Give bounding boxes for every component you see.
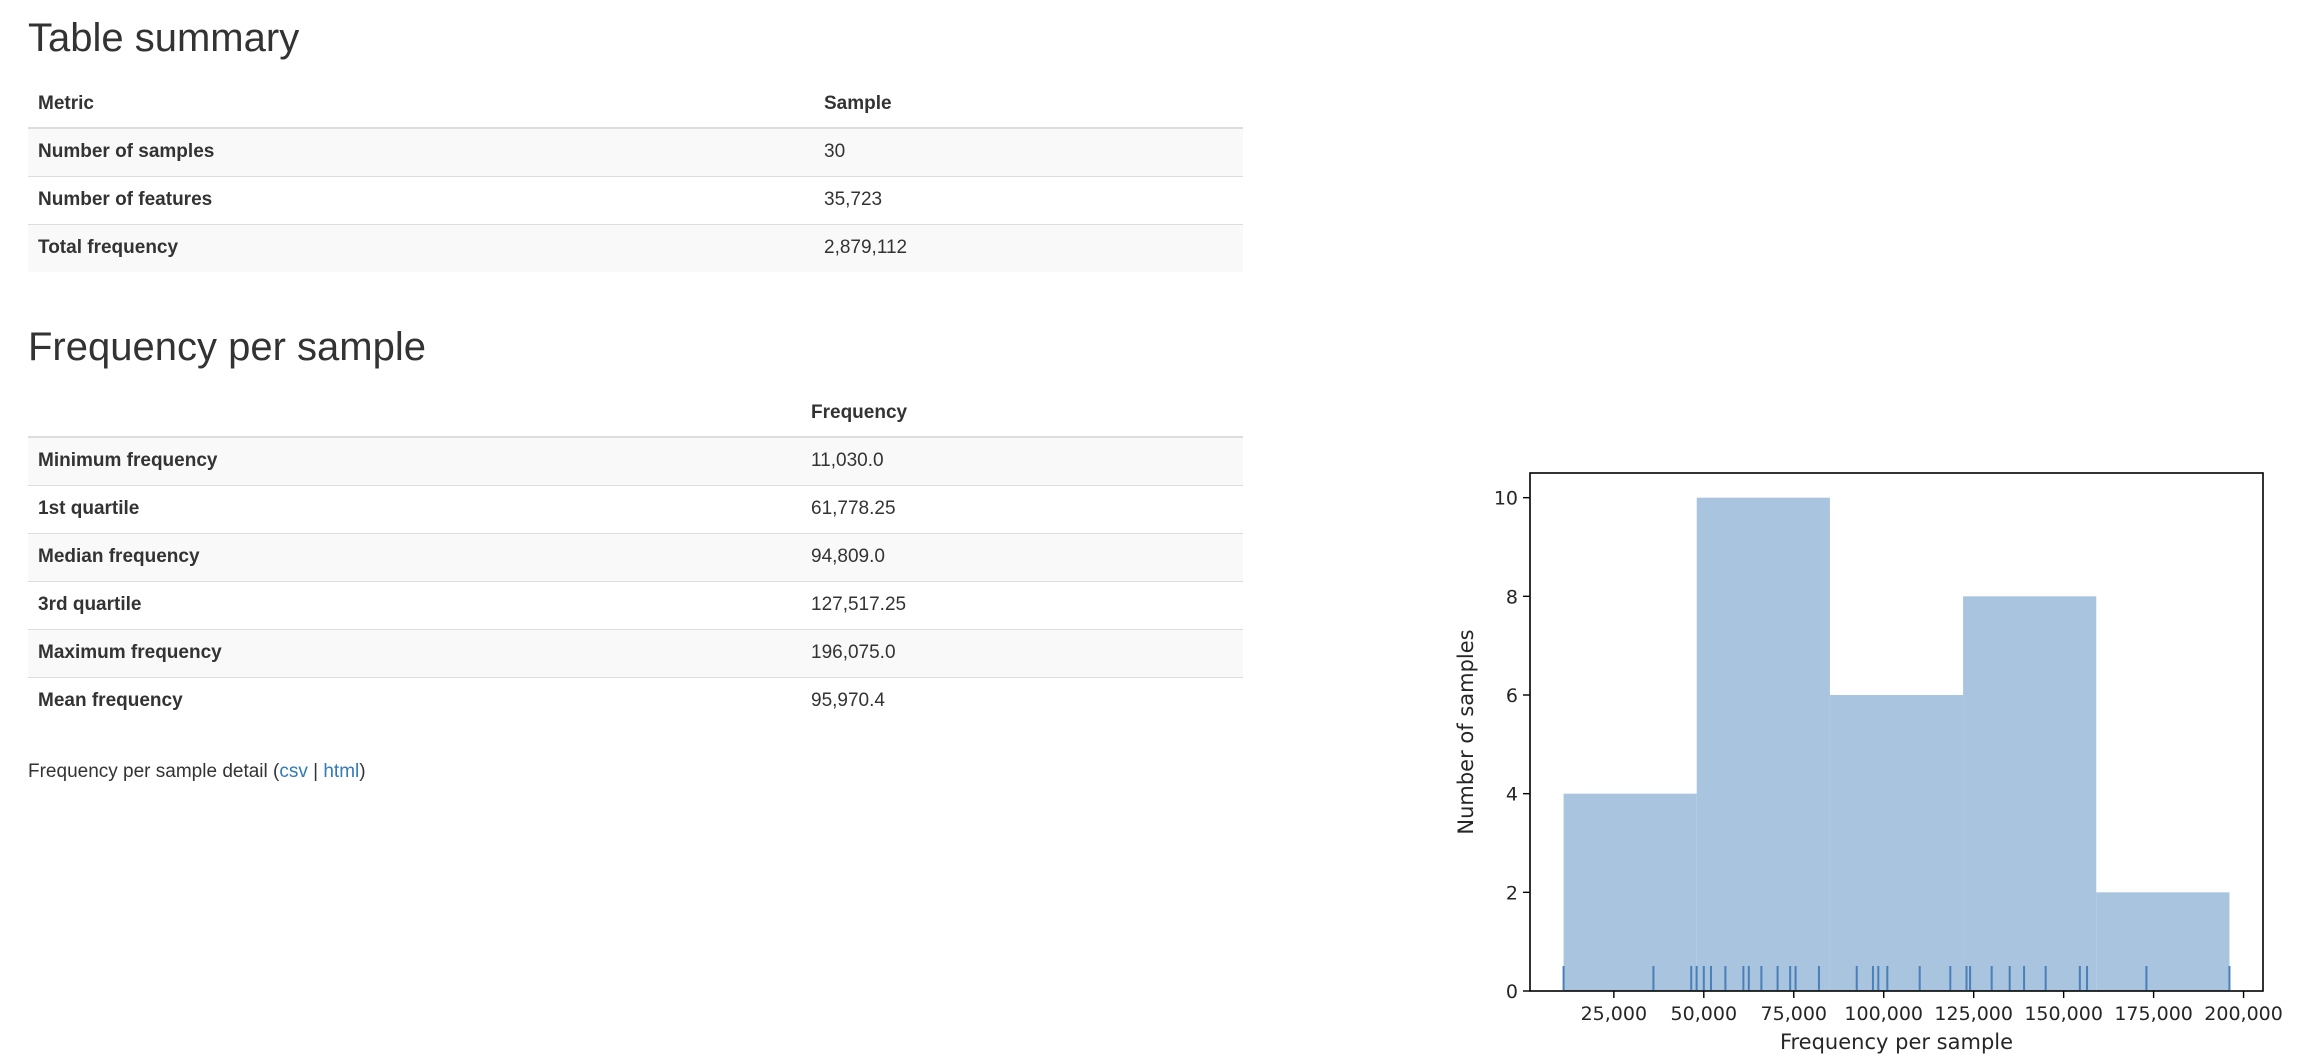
histogram-bar bbox=[2096, 892, 2230, 991]
x-tick-label: 150,000 bbox=[2024, 1003, 2103, 1025]
row-value: 30 bbox=[824, 141, 846, 163]
row-label: Median frequency bbox=[38, 546, 200, 567]
x-axis-label: Frequency per sample bbox=[1780, 1030, 2013, 1054]
detail-prefix: Frequency per sample detail ( bbox=[28, 761, 280, 782]
row-label: Number of features bbox=[38, 189, 213, 210]
table-row: Maximum frequency 196,075.0 bbox=[28, 629, 1243, 677]
table-row: Median frequency 94,809.0 bbox=[28, 533, 1243, 581]
frequency-detail-line: Frequency per sample detail (csv | html) bbox=[28, 758, 366, 786]
table-row: Mean frequency 95,970.4 bbox=[28, 677, 1243, 725]
table-row: Number of features 35,723 bbox=[28, 176, 1243, 224]
frequency-table: Frequency Minimum frequency 11,030.0 1st… bbox=[28, 389, 1243, 725]
column-header-frequency: Frequency bbox=[801, 389, 1243, 438]
row-label: Maximum frequency bbox=[38, 642, 222, 663]
table-summary-title: Table summary bbox=[28, 16, 300, 60]
histogram-bar bbox=[1696, 497, 1830, 991]
row-value: 2,879,112 bbox=[824, 237, 908, 259]
y-tick-label: 0 bbox=[1506, 981, 1518, 1003]
column-header-metric: Metric bbox=[28, 80, 814, 129]
x-tick-label: 100,000 bbox=[1844, 1003, 1923, 1025]
table-header-row: Frequency bbox=[28, 389, 1243, 438]
column-header-blank bbox=[28, 389, 801, 438]
table-row: Minimum frequency 11,030.0 bbox=[28, 437, 1243, 485]
detail-separator: | bbox=[307, 761, 324, 782]
row-value: 11,030.0 bbox=[811, 450, 884, 472]
table-row: 3rd quartile 127,517.25 bbox=[28, 581, 1243, 629]
detail-suffix: ) bbox=[359, 761, 366, 782]
row-label: Total frequency bbox=[38, 237, 179, 259]
y-tick-label: 2 bbox=[1506, 882, 1518, 904]
y-axis-label: Number of samples bbox=[1454, 629, 1478, 834]
histogram-bar bbox=[1563, 793, 1697, 991]
row-label: Minimum frequency bbox=[38, 450, 218, 472]
frequency-per-sample-title: Frequency per sample bbox=[28, 325, 426, 369]
table-row: 1st quartile 61,778.25 bbox=[28, 485, 1243, 533]
histogram-bar bbox=[1963, 596, 2097, 991]
x-tick-label: 200,000 bbox=[2204, 1003, 2283, 1025]
table-header-row: Metric Sample bbox=[28, 80, 1243, 129]
table-summary-table: Metric Sample Number of samples 30 Numbe… bbox=[28, 80, 1243, 272]
x-tick-label: 25,000 bbox=[1581, 1003, 1647, 1025]
row-label: 3rd quartile bbox=[38, 594, 142, 615]
row-value: 94,809.0 bbox=[811, 546, 885, 567]
html-link[interactable]: html bbox=[323, 761, 359, 782]
csv-link[interactable]: csv bbox=[279, 761, 308, 782]
y-tick-label: 6 bbox=[1506, 685, 1518, 707]
x-tick-label: 175,000 bbox=[2114, 1003, 2193, 1025]
x-tick-label: 50,000 bbox=[1671, 1003, 1737, 1025]
x-tick-label: 125,000 bbox=[1934, 1003, 2013, 1025]
row-value: 61,778.25 bbox=[811, 498, 896, 519]
y-tick-label: 8 bbox=[1506, 586, 1518, 608]
row-label: Mean frequency bbox=[38, 690, 183, 712]
frequency-histogram: 25,000 50,000 75,000 100,000 125,000 150,000 1… bbox=[1454, 472, 2283, 1054]
row-value: 127,517.25 bbox=[811, 594, 907, 615]
column-header-sample: Sample bbox=[814, 80, 1243, 129]
table-row: Total frequency 2,879,112 bbox=[28, 224, 1243, 272]
row-value: 35,723 bbox=[824, 189, 883, 210]
table-row: Number of samples 30 bbox=[28, 128, 1243, 176]
row-label: 1st quartile bbox=[38, 498, 140, 519]
histogram-bar bbox=[1829, 695, 1964, 991]
row-value: 95,970.4 bbox=[811, 690, 885, 712]
y-tick-label: 10 bbox=[1494, 488, 1518, 510]
row-value: 196,075.0 bbox=[811, 642, 896, 663]
x-tick-label: 75,000 bbox=[1761, 1003, 1827, 1025]
y-tick-label: 4 bbox=[1506, 784, 1518, 806]
row-label: Number of samples bbox=[38, 141, 215, 163]
